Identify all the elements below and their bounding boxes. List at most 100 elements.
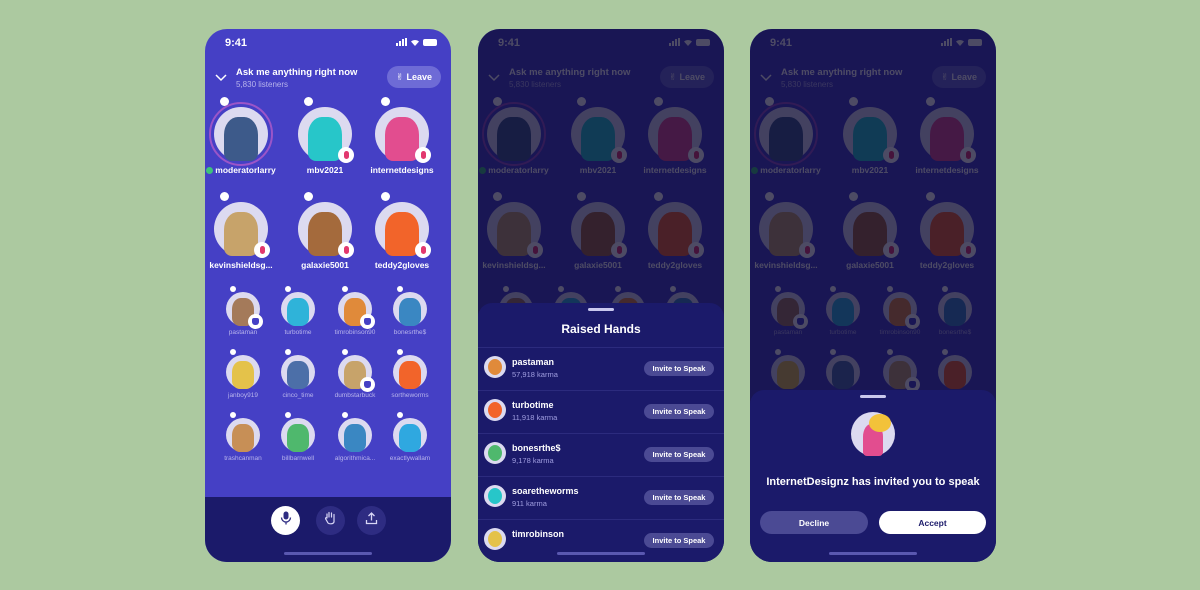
avatar bbox=[484, 442, 506, 464]
home-indicator bbox=[829, 552, 917, 555]
user-karma: 11,918 karma bbox=[512, 413, 558, 422]
avatar bbox=[338, 412, 372, 452]
decline-button[interactable]: Decline bbox=[760, 511, 868, 534]
user-karma: 9,178 karma bbox=[512, 456, 554, 465]
user-karma: 57,918 karma bbox=[512, 370, 558, 379]
avatar bbox=[484, 528, 506, 550]
avatar bbox=[484, 485, 506, 507]
avatar bbox=[375, 192, 431, 258]
muted-mic-icon bbox=[338, 242, 354, 258]
muted-mic-icon bbox=[415, 242, 431, 258]
avatar bbox=[484, 399, 506, 421]
avatar bbox=[226, 349, 260, 389]
chevron-down-icon[interactable] bbox=[215, 71, 227, 83]
accept-button[interactable]: Accept bbox=[879, 511, 986, 534]
home-indicator bbox=[557, 552, 645, 555]
raise-hand-icon bbox=[324, 511, 337, 530]
home-indicator bbox=[284, 552, 372, 555]
listener-name: sortheworms bbox=[391, 392, 429, 399]
phone-raised-hands: 9:41Ask me anything right now5,830 liste… bbox=[478, 29, 724, 562]
share-button[interactable] bbox=[357, 506, 386, 535]
raised-hand-row: soaretheworms 911 karma Invite to Speak bbox=[478, 476, 724, 519]
speaker-tile[interactable]: galaxie5001 bbox=[287, 192, 363, 270]
avatar bbox=[393, 286, 427, 326]
room-title: Ask me anything right now bbox=[236, 67, 358, 78]
speaker-tile[interactable]: internetdesigns bbox=[364, 97, 440, 175]
avatar bbox=[484, 356, 506, 378]
avatar bbox=[226, 286, 263, 329]
user-name: turbotime bbox=[512, 400, 554, 410]
room-header: Ask me anything right now 5,830 listeners… bbox=[205, 65, 451, 93]
avatar bbox=[375, 97, 431, 163]
listener-tile[interactable]: bonesrthe$ bbox=[372, 286, 448, 336]
muted-mic-icon bbox=[338, 147, 354, 163]
invite-to-speak-button[interactable]: Invite to Speak bbox=[644, 490, 714, 505]
speaker-name: teddy2gloves bbox=[374, 260, 430, 270]
user-karma: 911 karma bbox=[512, 499, 547, 508]
invite-to-speak-button[interactable]: Invite to Speak bbox=[644, 533, 714, 548]
microphone-icon bbox=[280, 511, 292, 530]
invite-to-speak-button[interactable]: Invite to Speak bbox=[644, 361, 714, 376]
signal-icon bbox=[396, 38, 407, 46]
invite-to-speak-button[interactable]: Invite to Speak bbox=[644, 447, 714, 462]
raised-hand-row: turbotime 11,918 karma Invite to Speak bbox=[478, 390, 724, 433]
phone-live-room: 9:41 Ask me anything right now 5,830 liste… bbox=[205, 29, 451, 562]
muted-mic-icon bbox=[415, 147, 431, 163]
avatar bbox=[393, 412, 427, 452]
avatar bbox=[298, 192, 354, 258]
speaker-tile[interactable]: moderatorlarry bbox=[205, 97, 279, 175]
listener-count: 5,830 listeners bbox=[236, 80, 289, 89]
sheet-title: Raised Hands bbox=[561, 322, 641, 336]
user-name: soaretheworms bbox=[512, 486, 579, 496]
user-name: timrobinson bbox=[512, 529, 564, 539]
leave-button[interactable]: ✌Leave bbox=[387, 66, 441, 88]
bottom-action-bar bbox=[205, 497, 451, 562]
sheet-grabber[interactable] bbox=[860, 395, 886, 398]
invite-sheet: InternetDesignz has invited you to speak… bbox=[750, 390, 996, 562]
status-time: 9:41 bbox=[225, 37, 248, 49]
inviter-avatar bbox=[851, 412, 895, 456]
speaker-name: internetdesigns bbox=[370, 165, 434, 175]
avatar bbox=[214, 192, 270, 258]
avatar bbox=[338, 286, 375, 329]
speaking-ring bbox=[209, 102, 273, 166]
share-icon bbox=[365, 511, 378, 530]
listener-name: bonesrthe$ bbox=[393, 329, 427, 336]
speaker-name: mbv2021 bbox=[306, 165, 344, 175]
raise-hand-button[interactable] bbox=[316, 506, 345, 535]
sheet-grabber[interactable] bbox=[588, 308, 614, 311]
speaker-tile[interactable]: kevinshieldsg... bbox=[205, 192, 279, 270]
avatar bbox=[298, 97, 354, 163]
battery-icon bbox=[423, 38, 437, 46]
moderator-shield-icon bbox=[206, 167, 214, 174]
invite-message: InternetDesignz has invited you to speak bbox=[766, 476, 980, 488]
speaker-tile[interactable]: teddy2gloves bbox=[364, 192, 440, 270]
avatar bbox=[226, 412, 260, 452]
avatar bbox=[281, 286, 315, 326]
avatar bbox=[281, 412, 315, 452]
speaker-tile[interactable]: mbv2021 bbox=[287, 97, 363, 175]
muted-mic-icon bbox=[254, 242, 270, 258]
user-name: pastaman bbox=[512, 357, 555, 367]
invite-to-speak-button[interactable]: Invite to Speak bbox=[644, 404, 714, 419]
raised-hand-row: pastaman 57,918 karma Invite to Speak bbox=[478, 347, 724, 390]
listener-name: exactlywallam bbox=[389, 455, 431, 462]
speaker-name: moderatorlarry bbox=[205, 165, 279, 175]
phone-invite-to-speak: 9:41Ask me anything right now5,830 liste… bbox=[750, 29, 996, 562]
listener-tile[interactable]: exactlywallam bbox=[372, 412, 448, 462]
speaker-name: galaxie5001 bbox=[301, 260, 349, 270]
raised-hands-sheet: Raised Hands pastaman 57,918 karma Invite t… bbox=[478, 303, 724, 562]
peace-hand-icon: ✌ bbox=[395, 71, 404, 82]
raised-hand-row: bonesrthe$ 9,178 karma Invite to Speak bbox=[478, 433, 724, 476]
microphone-button[interactable] bbox=[271, 506, 300, 535]
user-name: bonesrthe$ bbox=[512, 443, 561, 453]
wifi-icon bbox=[411, 39, 419, 46]
avatar bbox=[209, 97, 273, 166]
speaker-name: kevinshieldsg... bbox=[209, 260, 273, 270]
raised-hand-row: timrobinson Invite to Speak bbox=[478, 519, 724, 562]
avatar bbox=[393, 349, 427, 389]
listener-tile[interactable]: sortheworms bbox=[372, 349, 448, 399]
status-bar: 9:41 bbox=[225, 37, 437, 51]
avatar bbox=[338, 349, 375, 392]
avatar bbox=[281, 349, 315, 389]
